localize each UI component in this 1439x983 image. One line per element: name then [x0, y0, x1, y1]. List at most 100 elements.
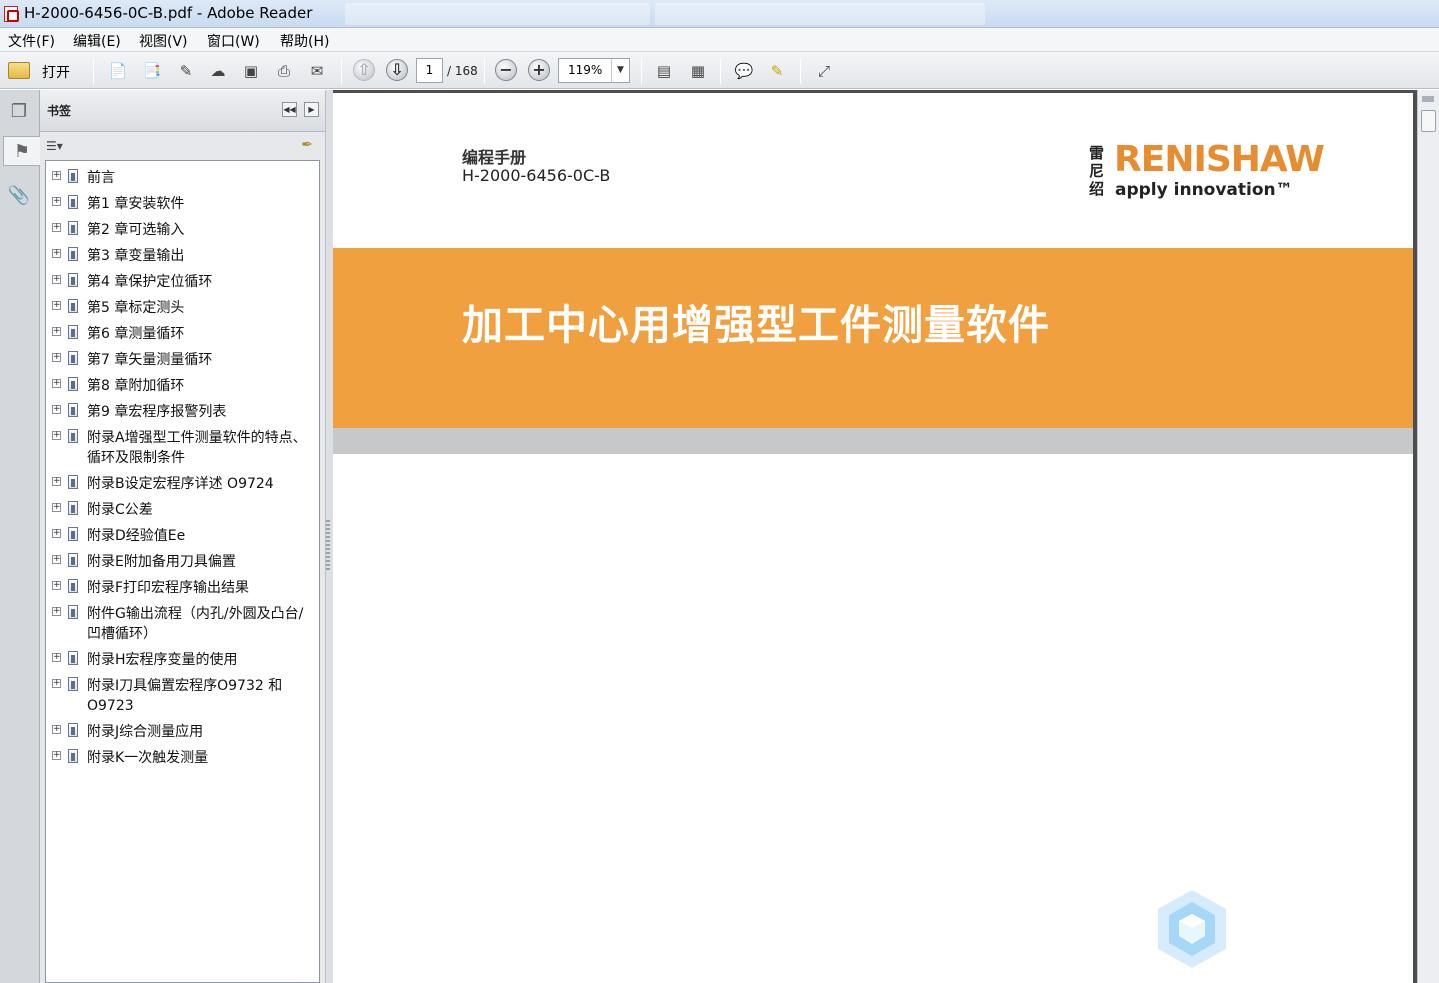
- expand-icon[interactable]: +: [52, 275, 61, 284]
- delete-bookmark-icon[interactable]: ✒: [301, 137, 313, 153]
- expand-icon[interactable]: +: [52, 607, 61, 616]
- bookmark-item[interactable]: + 第5 章标定测头: [46, 298, 316, 318]
- print-icon[interactable]: ⎙: [272, 59, 296, 83]
- bookmark-item[interactable]: + 附录E附加备用刀具偏置: [46, 552, 316, 572]
- menu-window[interactable]: 窗口(W): [207, 31, 260, 51]
- expand-icon[interactable]: +: [52, 653, 61, 662]
- bookmark-label[interactable]: 附录A增强型工件测量软件的特点、循环及限制条件: [87, 428, 317, 468]
- bookmark-item[interactable]: + 第8 章附加循环: [46, 376, 316, 396]
- expand-icon[interactable]: +: [52, 301, 61, 310]
- menu-help[interactable]: 帮助(H): [280, 31, 329, 51]
- bookmark-item[interactable]: + 附录B设定宏程序详述 O9724: [46, 474, 316, 494]
- bookmark-label[interactable]: 第3 章变量输出: [87, 246, 317, 266]
- bookmark-item[interactable]: + 附录I刀具偏置宏程序O9732 和O9723: [46, 676, 316, 716]
- bookmark-item[interactable]: + 第6 章测量循环: [46, 324, 316, 344]
- expand-icon[interactable]: +: [52, 353, 61, 362]
- next-page-icon[interactable]: ⇩: [386, 59, 408, 81]
- bookmark-item[interactable]: + 附录F打印宏程序输出结果: [46, 578, 316, 598]
- bookmark-item[interactable]: + 第1 章安装软件: [46, 194, 316, 214]
- zoom-out-icon[interactable]: −: [495, 59, 517, 81]
- bookmark-label[interactable]: 第4 章保护定位循环: [87, 272, 317, 292]
- bookmark-label[interactable]: 附录D经验值Ee: [87, 526, 317, 546]
- bookmark-label[interactable]: 附件G输出流程（内孔/外圆及凸台/凹槽循环）: [87, 604, 317, 644]
- options-menu-icon[interactable]: ☰▾: [46, 139, 63, 153]
- bookmark-item[interactable]: + 第4 章保护定位循环: [46, 272, 316, 292]
- bookmark-item[interactable]: + 附录J综合测量应用: [46, 722, 316, 742]
- vertical-scrollbar[interactable]: [1417, 90, 1439, 983]
- export-icon[interactable]: 📑: [140, 59, 164, 83]
- bookmark-label[interactable]: 附录C公差: [87, 500, 317, 520]
- bookmark-label[interactable]: 第9 章宏程序报警列表: [87, 402, 317, 422]
- bookmark-item[interactable]: + 第2 章可选输入: [46, 220, 316, 240]
- expand-icon[interactable]: +: [52, 249, 61, 258]
- bookmark-item[interactable]: + 附录D经验值Ee: [46, 526, 316, 546]
- expand-icon[interactable]: +: [52, 751, 61, 760]
- bookmark-label[interactable]: 第2 章可选输入: [87, 220, 317, 240]
- bookmark-label[interactable]: 第5 章标定测头: [87, 298, 317, 318]
- bookmark-label[interactable]: 附录K一次触发测量: [87, 748, 317, 768]
- scrollbar-split-handle[interactable]: [1422, 96, 1434, 102]
- attachments-icon[interactable]: 📎: [5, 180, 33, 210]
- highlight-icon[interactable]: ✎: [765, 59, 789, 83]
- expand-icon[interactable]: +: [52, 379, 61, 388]
- expand-panel-icon[interactable]: ▶: [304, 102, 319, 117]
- bookmark-label[interactable]: 附录E附加备用刀具偏置: [87, 552, 317, 572]
- chevron-down-icon[interactable]: ▼: [611, 59, 629, 82]
- page-thumbnails-icon[interactable]: ❐: [5, 96, 33, 126]
- menu-file[interactable]: 文件(F): [8, 31, 55, 51]
- page-number-input[interactable]: 1: [416, 58, 443, 83]
- fit-width-icon[interactable]: ▦: [686, 59, 710, 83]
- collapse-panel-icon[interactable]: ◀◀: [282, 102, 297, 117]
- expand-icon[interactable]: +: [52, 477, 61, 486]
- bookmark-label[interactable]: 附录J综合测量应用: [87, 722, 317, 742]
- bookmark-label[interactable]: 前言: [87, 168, 317, 188]
- zoom-select[interactable]: 119% ▼: [558, 58, 630, 83]
- expand-icon[interactable]: +: [52, 581, 61, 590]
- bookmark-item[interactable]: + 前言: [46, 168, 316, 188]
- bookmark-label[interactable]: 第6 章测量循环: [87, 324, 317, 344]
- bookmark-item[interactable]: + 第9 章宏程序报警列表: [46, 402, 316, 422]
- expand-icon[interactable]: +: [52, 405, 61, 414]
- bookmark-item[interactable]: + 第7 章矢量测量循环: [46, 350, 316, 370]
- save-icon[interactable]: ▣: [239, 59, 263, 83]
- bookmark-item[interactable]: + 附件G输出流程（内孔/外圆及凸台/凹槽循环）: [46, 604, 316, 644]
- bookmark-label[interactable]: 附录H宏程序变量的使用: [87, 650, 317, 670]
- expand-icon[interactable]: +: [52, 679, 61, 688]
- expand-icon[interactable]: +: [52, 503, 61, 512]
- open-button[interactable]: 打开: [42, 62, 70, 82]
- fullscreen-icon[interactable]: ⤢: [812, 59, 836, 83]
- folder-open-icon[interactable]: [8, 62, 30, 79]
- expand-icon[interactable]: +: [52, 555, 61, 564]
- bookmark-item[interactable]: + 第3 章变量输出: [46, 246, 316, 266]
- bookmark-label[interactable]: 附录B设定宏程序详述 O9724: [87, 474, 317, 494]
- splitter-grip[interactable]: [326, 520, 330, 570]
- scrollbar-thumb[interactable]: [1421, 110, 1436, 132]
- menu-edit[interactable]: 编辑(E): [73, 31, 121, 51]
- sign-icon[interactable]: ✎: [174, 59, 198, 83]
- fit-page-icon[interactable]: ▤: [652, 59, 676, 83]
- bookmark-label[interactable]: 附录F打印宏程序输出结果: [87, 578, 317, 598]
- expand-icon[interactable]: +: [52, 171, 61, 180]
- expand-icon[interactable]: +: [52, 223, 61, 232]
- prev-page-icon[interactable]: ⇧: [353, 59, 375, 81]
- upload-icon[interactable]: ☁: [206, 59, 230, 83]
- expand-icon[interactable]: +: [52, 431, 61, 440]
- email-icon[interactable]: ✉: [305, 59, 329, 83]
- bookmark-label[interactable]: 第1 章安装软件: [87, 194, 317, 214]
- bookmark-item[interactable]: + 附录A增强型工件测量软件的特点、循环及限制条件: [46, 428, 316, 468]
- expand-icon[interactable]: +: [52, 725, 61, 734]
- menu-view[interactable]: 视图(V): [139, 31, 188, 51]
- expand-icon[interactable]: +: [52, 529, 61, 538]
- create-pdf-icon[interactable]: 📄: [106, 59, 130, 83]
- bookmark-label[interactable]: 附录I刀具偏置宏程序O9732 和O9723: [87, 676, 317, 716]
- comment-icon[interactable]: 💬: [732, 59, 756, 83]
- bookmark-item[interactable]: + 附录C公差: [46, 500, 316, 520]
- expand-icon[interactable]: +: [52, 327, 61, 336]
- bookmark-item[interactable]: + 附录K一次触发测量: [46, 748, 316, 768]
- bookmarks-icon[interactable]: ⚑: [3, 136, 40, 166]
- bookmark-item[interactable]: + 附录H宏程序变量的使用: [46, 650, 316, 670]
- bookmark-label[interactable]: 第7 章矢量测量循环: [87, 350, 317, 370]
- zoom-in-icon[interactable]: +: [528, 59, 550, 81]
- bookmark-label[interactable]: 第8 章附加循环: [87, 376, 317, 396]
- expand-icon[interactable]: +: [52, 197, 61, 206]
